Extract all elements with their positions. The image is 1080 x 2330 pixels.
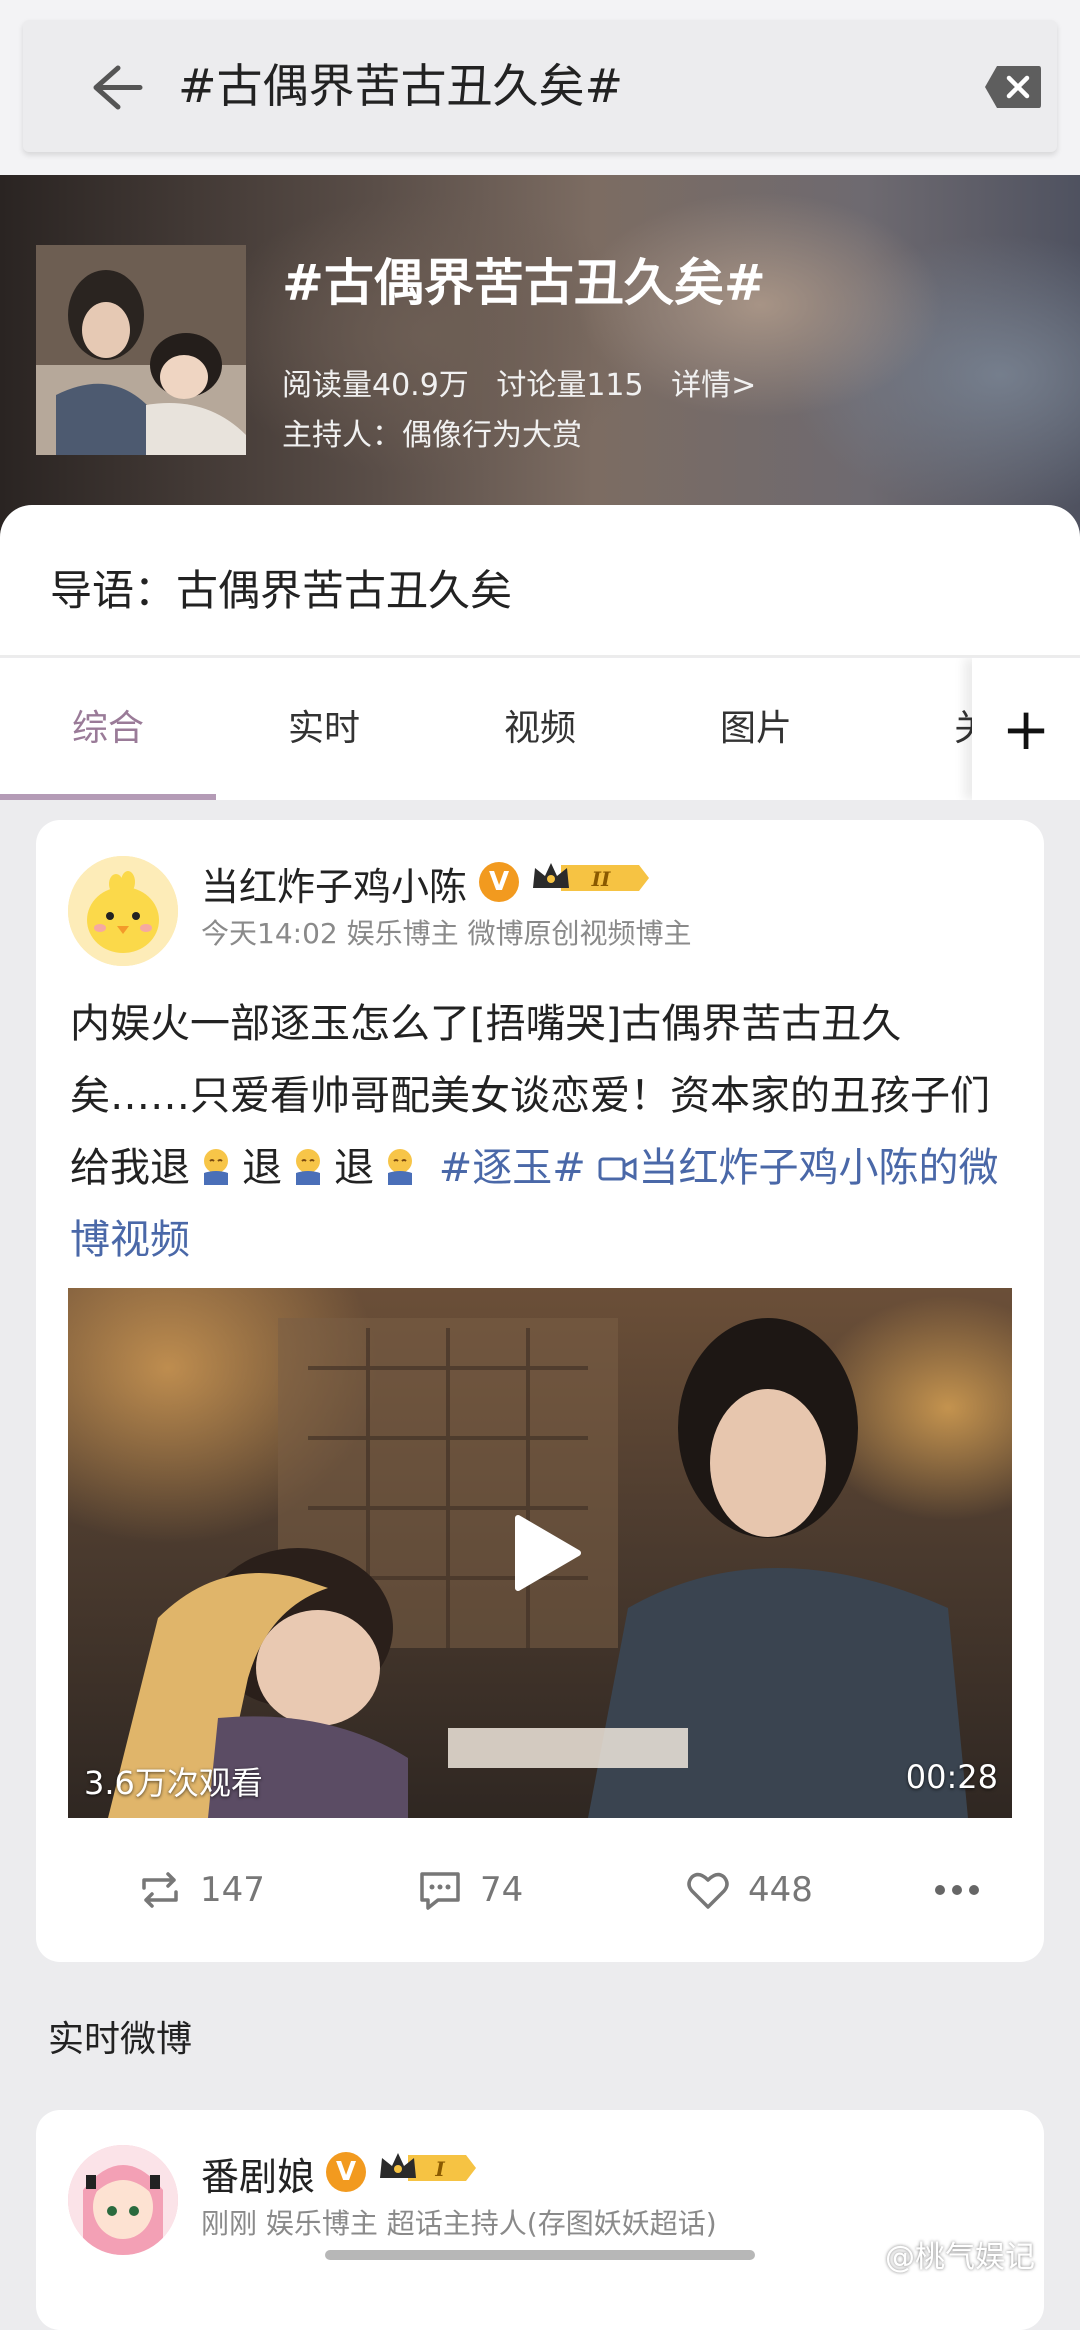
post-card[interactable]: 当红炸子鸡小陈 V II 今天14:02 娱乐博主 微博原创视频博主 内娱火一部… [36,820,1044,1962]
crown-level-icon: II [533,863,649,891]
section-title: 实时微博 [48,2019,193,2060]
view-count: 3.6万次观看 [84,1764,263,1802]
search-query-input[interactable]: #古偶界苦古丑久矣# [178,56,623,116]
heart-icon [687,1872,729,1909]
weibo-logo-icon [845,2236,880,2266]
post-meta: 今天14:02 娱乐博主 微博原创视频博主 [201,917,692,950]
post-card-2[interactable]: 番剧娘 V I 刚刚 娱乐博主 超话主持人(存图妖妖超话) [36,2110,1044,2330]
play-icon[interactable] [498,1508,588,1598]
video-duration: 00:28 [905,1758,998,1796]
repost-count: 147 [200,1870,265,1910]
hashtag-link[interactable]: #逐玉# [439,1145,586,1191]
verified-badge-icon: V [479,862,519,902]
topic-title: #古偶界苦古丑久矣# [282,254,766,312]
home-indicator[interactable] [325,2250,755,2260]
watermark: @桃气娱记 [885,2240,1035,2275]
topic-host[interactable]: 主持人：偶像行为大赏 [282,410,582,454]
post-actions: 147 74 448 [36,1840,1044,1940]
more-options-icon[interactable] [932,1880,982,1900]
comment-button[interactable]: 74 [416,1840,523,1940]
comment-icon [420,1872,460,1910]
avatar[interactable] [68,856,178,966]
repost-button[interactable]: 147 [136,1840,265,1940]
topic-header: #古偶界苦古丑久矣# 阅读量40.9万 讨论量115 详情> 主持人：偶像行为大… [0,175,1080,555]
tab-images[interactable]: 图片 [648,658,864,800]
video-camera-icon [598,1157,637,1181]
video-player[interactable]: 3.6万次观看 00:28 [68,1288,1012,1818]
search-box[interactable]: #古偶界苦古丑久矣# [23,20,1057,152]
yawn-emoji-icon [388,1149,412,1185]
tab-bar: 综合 实时 视频 图片 关 + [0,658,1080,800]
divider [0,655,1080,657]
add-tab-plus-icon[interactable]: + [972,658,1080,800]
clear-search-icon[interactable] [983,64,1043,110]
discussion-count: 讨论量115 [496,368,644,403]
crown-level: I [434,2157,445,2181]
active-tab-indicator [0,794,216,800]
tab-video[interactable]: 视频 [432,658,648,800]
yawn-emoji-icon [296,1149,320,1185]
author-name[interactable]: 番剧娘 [201,2146,315,2201]
intro-text: 导语：古偶界苦古丑久矣 [50,566,513,615]
tab-comprehensive[interactable]: 综合 [0,658,216,800]
topic-stats: 阅读量40.9万 讨论量115 详情> [282,360,774,404]
crown-level: II [591,867,611,891]
author-name[interactable]: 当红炸子鸡小陈 [201,856,467,911]
avatar[interactable] [68,2145,178,2255]
topic-intro: 导语：古偶界苦古丑久矣 [0,505,1080,657]
post-text-tui: 退 [334,1145,374,1191]
topic-cover-image [36,245,246,455]
tab-realtime[interactable]: 实时 [216,658,432,800]
post-meta: 刚刚 娱乐博主 超话主持人(存图妖妖超话) [201,2207,717,2240]
crown-level-icon: I [380,2153,476,2181]
post-body: 内娱火一部逐玉怎么了[捂嘴哭]古偶界苦古丑久矣……只爱看帅哥配美女谈恋爱！资本家… [70,988,1020,1276]
like-button[interactable]: 448 [684,1840,813,1940]
back-arrow-icon[interactable] [78,60,148,115]
post-text-tui: 退 [242,1145,282,1191]
search-header: #古偶界苦古丑久矣# [0,0,1080,175]
like-count: 448 [748,1870,813,1910]
yawn-emoji-icon [204,1149,228,1185]
details-link[interactable]: 详情> [671,368,756,403]
read-count: 阅读量40.9万 [282,368,469,403]
comment-count: 74 [480,1870,524,1910]
repost-icon [142,1872,178,1908]
verified-badge-icon: V [326,2152,366,2192]
